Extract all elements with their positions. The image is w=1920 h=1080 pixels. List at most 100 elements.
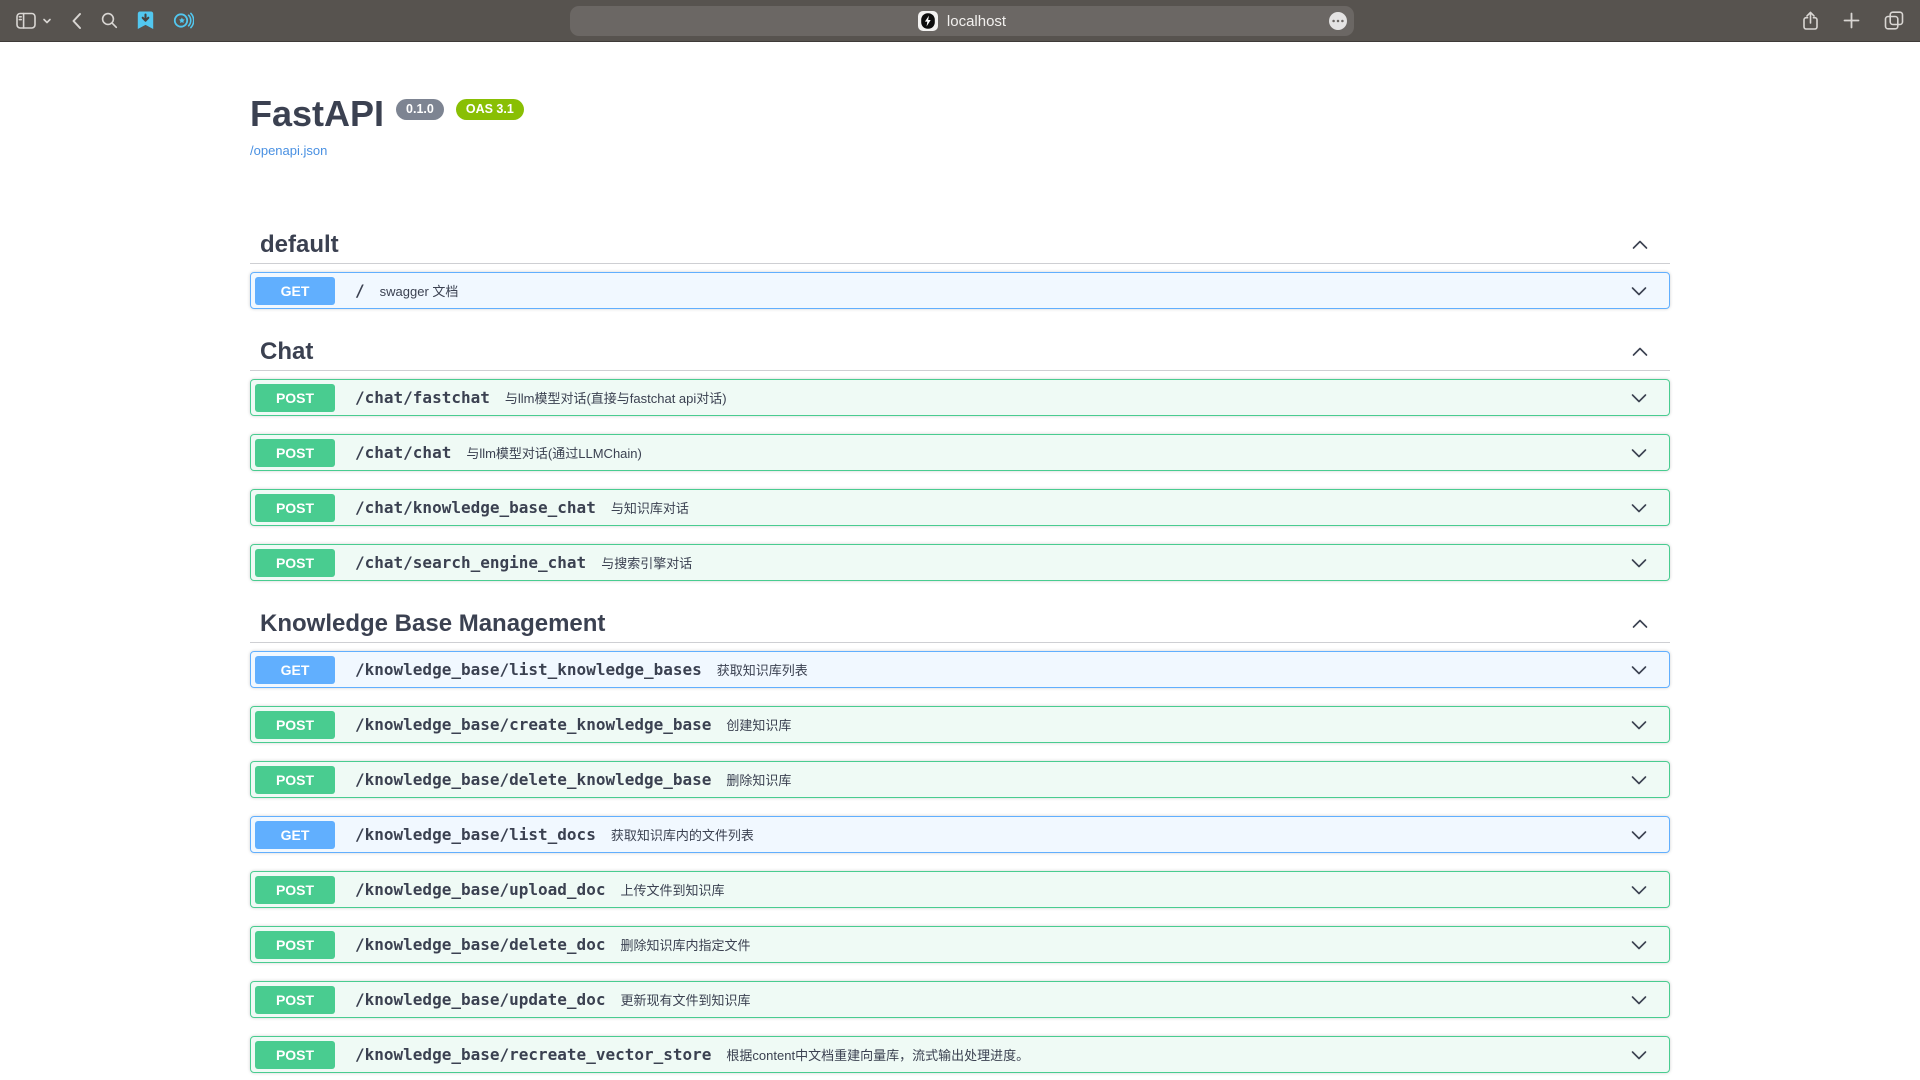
method-badge: GET xyxy=(255,821,335,849)
opblock-post-knowledge-base-create-knowledge-base[interactable]: POST/knowledge_base/create_knowledge_bas… xyxy=(250,706,1670,743)
back-icon xyxy=(71,12,82,30)
operation-summary: 与搜索引擎对话 xyxy=(601,553,692,572)
opblock-post-chat-fastchat[interactable]: POST/chat/fastchat与llm模型对话(直接与fastchat a… xyxy=(250,379,1670,416)
expand-operation-button[interactable] xyxy=(1629,388,1649,408)
share-button[interactable] xyxy=(1802,11,1819,31)
tag-section-chat: Chat POST/chat/fastchat与llm模型对话(直接与fastch… xyxy=(250,327,1670,581)
opblock-post-knowledge-base-delete-knowledge-base[interactable]: POST/knowledge_base/delete_knowledge_bas… xyxy=(250,761,1670,798)
expand-operation-button[interactable] xyxy=(1629,660,1649,680)
operation-path: /knowledge_base/create_knowledge_base xyxy=(355,715,711,734)
chevron-down-icon xyxy=(1629,660,1649,680)
bookmark-extension-icon xyxy=(137,11,154,30)
operation-path: /chat/chat xyxy=(355,443,451,462)
api-info: FastAPI 0.1.0 OAS 3.1 /openapi.json xyxy=(250,92,1670,160)
opblock-post-chat-knowledge-base-chat[interactable]: POST/chat/knowledge_base_chat与知识库对话 xyxy=(250,489,1670,526)
chevron-down-icon xyxy=(1629,825,1649,845)
expand-operation-button[interactable] xyxy=(1629,880,1649,900)
expand-operation-button[interactable] xyxy=(1629,715,1649,735)
opblock-get-root[interactable]: GET/swagger 文档 xyxy=(250,272,1670,309)
operation-summary: 与llm模型对话(通过LLMChain) xyxy=(466,443,642,462)
expand-operation-button[interactable] xyxy=(1629,498,1649,518)
page-settings-button[interactable] xyxy=(1328,11,1348,36)
operation-summary: 与llm模型对话(直接与fastchat api对话) xyxy=(505,388,727,407)
oas-badge: OAS 3.1 xyxy=(456,99,524,120)
operation-path: /knowledge_base/update_doc xyxy=(355,990,605,1009)
operation-summary: 更新现有文件到知识库 xyxy=(620,990,750,1009)
rings-extension-button[interactable] xyxy=(173,11,194,30)
tag-title: Knowledge Base Management xyxy=(260,609,605,638)
new-tab-button[interactable] xyxy=(1843,12,1860,29)
chevron-down-icon xyxy=(1629,1045,1649,1065)
operation-path: /knowledge_base/list_docs xyxy=(355,825,596,844)
tag-header-chat[interactable]: Chat xyxy=(250,327,1670,371)
tag-title: default xyxy=(260,230,339,259)
sidebar-icon xyxy=(16,12,37,30)
method-badge: POST xyxy=(255,986,335,1014)
expand-operation-button[interactable] xyxy=(1629,935,1649,955)
method-badge: POST xyxy=(255,931,335,959)
operation-summary: 上传文件到知识库 xyxy=(620,880,724,899)
version-badge: 0.1.0 xyxy=(396,99,444,120)
method-badge: POST xyxy=(255,766,335,794)
tag-section-knowledge-base-management: Knowledge Base Management GET/knowledge_b… xyxy=(250,599,1670,1073)
chevron-down-icon xyxy=(1629,443,1649,463)
expand-operation-button[interactable] xyxy=(1629,443,1649,463)
chevron-down-icon xyxy=(1629,880,1649,900)
expand-operation-button[interactable] xyxy=(1629,770,1649,790)
search-button[interactable] xyxy=(101,12,118,29)
site-favicon xyxy=(918,11,938,31)
sidebar-menu-chevron-icon xyxy=(42,17,52,25)
operation-path: /chat/search_engine_chat xyxy=(355,553,586,572)
tag-header-knowledge-base-management[interactable]: Knowledge Base Management xyxy=(250,599,1670,643)
opblock-get-knowledge-base-list-docs[interactable]: GET/knowledge_base/list_docs 获取知识库内的文件列表 xyxy=(250,816,1670,853)
address-bar[interactable]: localhost xyxy=(570,6,1354,36)
method-badge: GET xyxy=(255,277,335,305)
opblock-post-knowledge-base-update-doc[interactable]: POST/knowledge_base/update_doc 更新现有文件到知识库 xyxy=(250,981,1670,1018)
operation-summary: 与知识库对话 xyxy=(611,498,689,517)
expand-operation-button[interactable] xyxy=(1629,281,1649,301)
swagger-page: FastAPI 0.1.0 OAS 3.1 /openapi.json defa… xyxy=(0,42,1920,1080)
browser-chrome: localhost xyxy=(0,0,1920,42)
tag-header-default[interactable]: default xyxy=(250,220,1670,264)
opblock-post-knowledge-base-recreate-vector-store[interactable]: POST/knowledge_base/recreate_vector_stor… xyxy=(250,1036,1670,1073)
opblock-get-knowledge-base-list-knowledge-bases[interactable]: GET/knowledge_base/list_knowledge_bases获… xyxy=(250,651,1670,688)
operation-path: /knowledge_base/recreate_vector_store xyxy=(355,1045,711,1064)
expand-operation-button[interactable] xyxy=(1629,553,1649,573)
operation-path: /chat/knowledge_base_chat xyxy=(355,498,596,517)
opblock-post-knowledge-base-delete-doc[interactable]: POST/knowledge_base/delete_doc删除知识库内指定文件 xyxy=(250,926,1670,963)
tab-overview-icon xyxy=(1884,11,1904,30)
operation-summary: 根据content中文档重建向量库，流式输出处理进度。 xyxy=(726,1045,1029,1064)
sidebar-toggle-button[interactable] xyxy=(16,12,52,30)
tag-section-default: default GET/swagger 文档 xyxy=(250,220,1670,309)
bookmark-extension-button[interactable] xyxy=(137,11,154,30)
toolbar-left xyxy=(16,11,213,30)
chevron-up-icon xyxy=(1630,342,1650,362)
openapi-json-link[interactable]: /openapi.json xyxy=(250,143,327,158)
chevron-down-icon xyxy=(1629,388,1649,408)
operation-path: /knowledge_base/list_knowledge_bases xyxy=(355,660,702,679)
operation-path: /knowledge_base/delete_knowledge_base xyxy=(355,770,711,789)
operations-list: GET/knowledge_base/list_knowledge_bases 获… xyxy=(250,643,1670,1073)
tab-overview-button[interactable] xyxy=(1884,11,1904,30)
more-ellipsis-icon xyxy=(1328,11,1348,31)
expand-operation-button[interactable] xyxy=(1629,990,1649,1010)
expand-operation-button[interactable] xyxy=(1629,825,1649,845)
share-icon xyxy=(1802,11,1819,31)
chevron-down-icon xyxy=(1629,281,1649,301)
chevron-down-icon xyxy=(1629,990,1649,1010)
opblock-post-chat-search-engine-chat[interactable]: POST/chat/search_engine_chat与搜索引擎对话 xyxy=(250,544,1670,581)
back-button[interactable] xyxy=(71,12,82,30)
operations-list: GET/swagger 文档 xyxy=(250,264,1670,309)
page-title: FastAPI xyxy=(250,92,384,135)
opblock-post-knowledge-base-upload-doc[interactable]: POST/knowledge_base/upload_doc上传文件到知识库 xyxy=(250,871,1670,908)
chevron-up-icon xyxy=(1630,614,1650,634)
method-badge: POST xyxy=(255,711,335,739)
method-badge: GET xyxy=(255,656,335,684)
operation-path: /knowledge_base/upload_doc xyxy=(355,880,605,899)
rings-extension-icon xyxy=(173,11,194,30)
operation-summary: 获取知识库内的文件列表 xyxy=(611,825,754,844)
tag-title: Chat xyxy=(260,337,313,366)
expand-operation-button[interactable] xyxy=(1629,1045,1649,1065)
opblock-post-chat-chat[interactable]: POST/chat/chat与llm模型对话(通过LLMChain) xyxy=(250,434,1670,471)
search-icon xyxy=(101,12,118,29)
